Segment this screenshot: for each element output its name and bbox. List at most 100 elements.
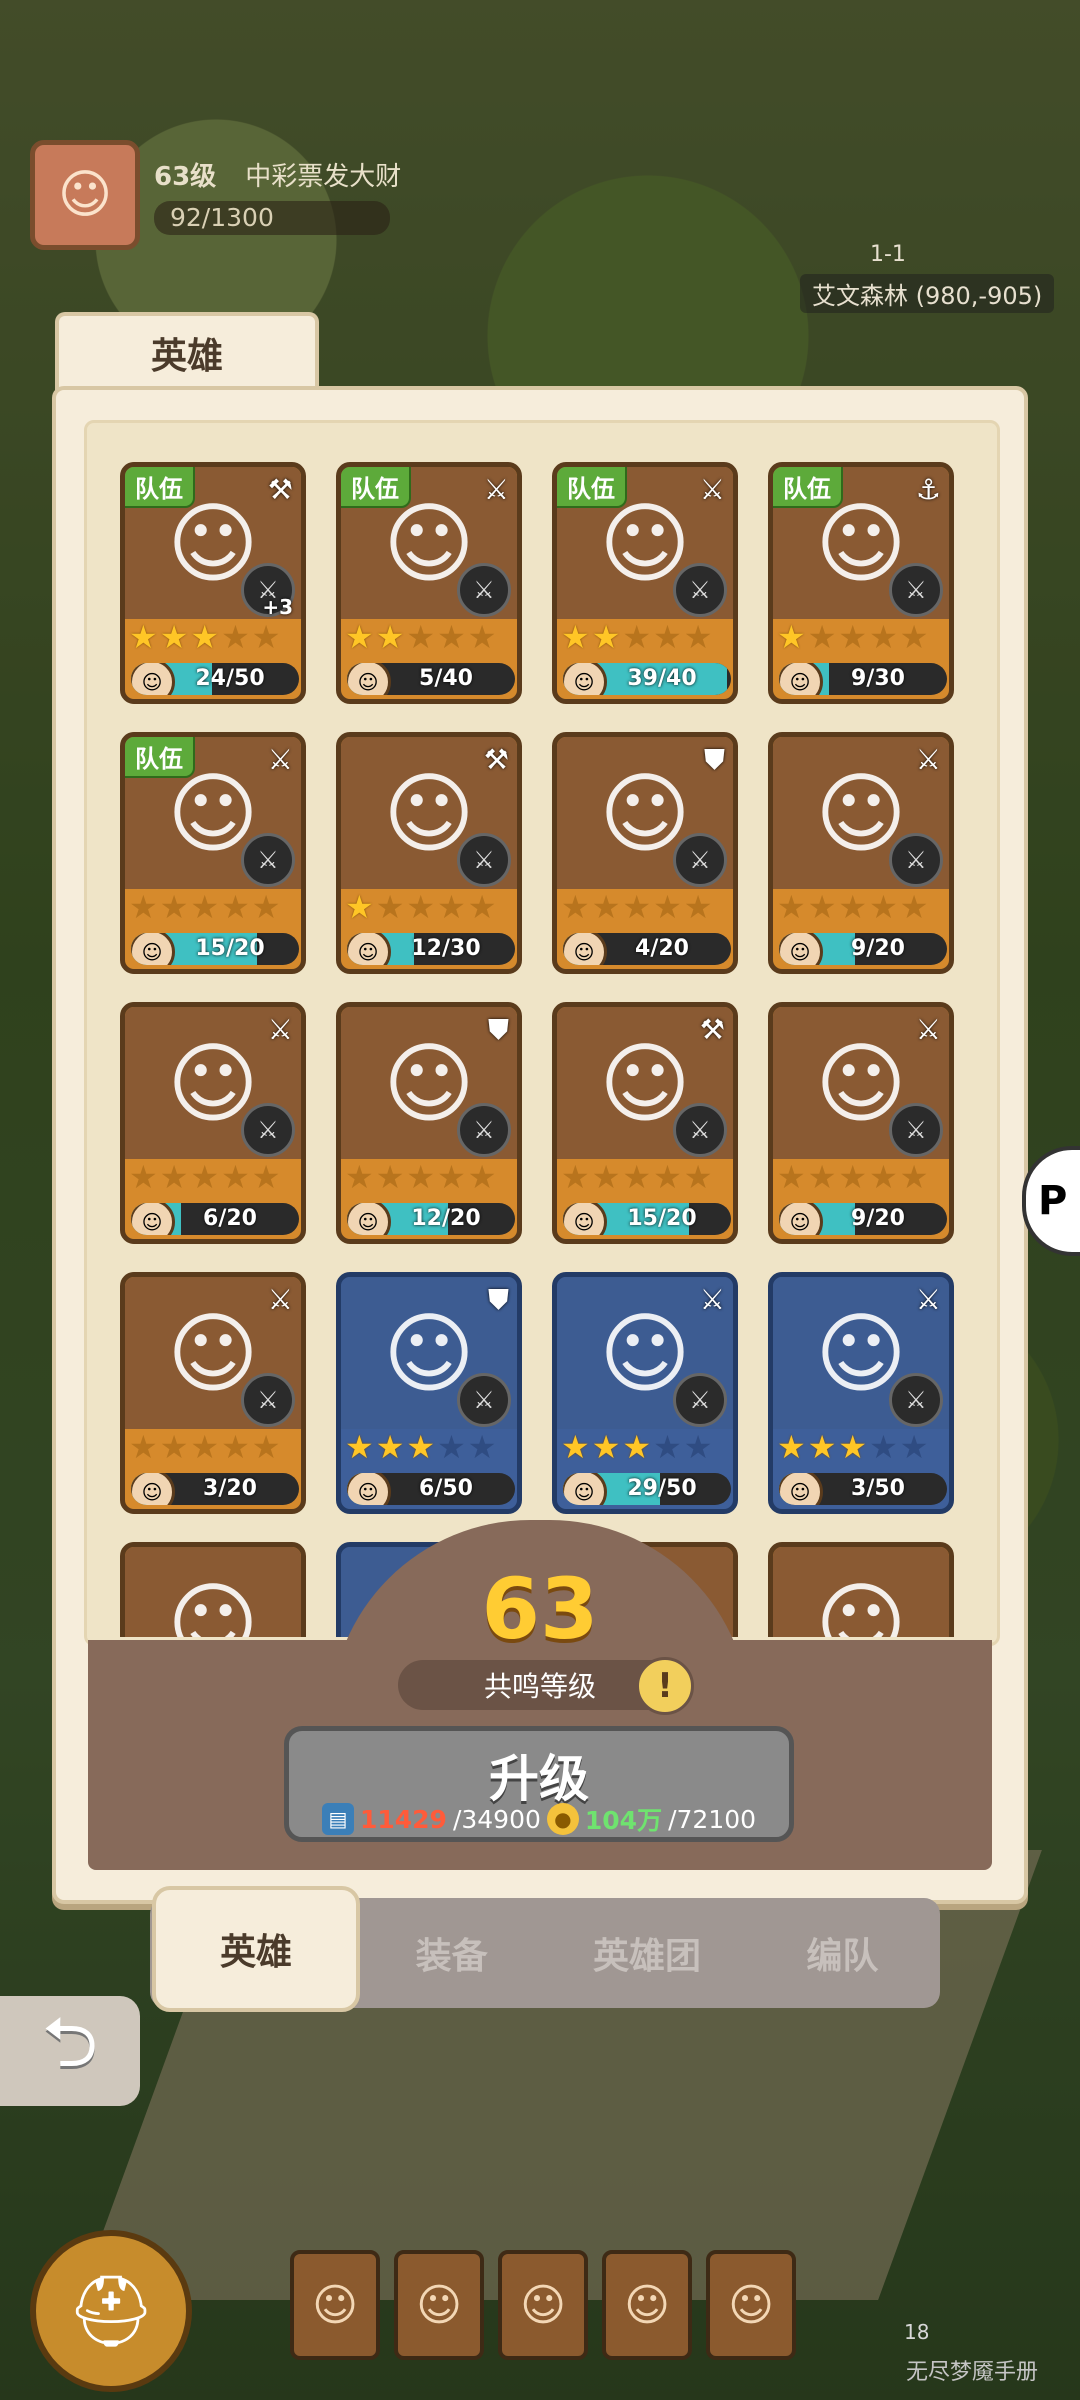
star-icon: ★ (251, 1158, 281, 1196)
shard-hero-icon: ☺ (563, 933, 607, 965)
hero-portrait: ☺ (125, 1547, 301, 1637)
star-icon: ★ (406, 1428, 436, 1466)
class-icon: ⛊ (487, 1013, 509, 1046)
map-location: 艾文森林 (980,-905) (800, 274, 1055, 313)
books-need: /34900 (452, 1804, 541, 1834)
hero-card[interactable]: ☺ ⚔ ⚔ ★ ★ ★ ★ ★ 9/20 ☺ (768, 1002, 954, 1244)
team-badge: 队伍 (125, 737, 195, 778)
equipment-slot-icon: ⚔ (889, 833, 943, 887)
star-icon: ★ (838, 618, 868, 656)
star-rating: ★ ★ ★ ★ ★ (345, 621, 496, 653)
star-icon: ★ (591, 1428, 621, 1466)
star-icon: ★ (345, 1428, 374, 1466)
dock-hero-slot[interactable]: ☺ (394, 2250, 484, 2360)
star-icon: ★ (591, 1158, 621, 1196)
panel-title: 英雄 (55, 312, 319, 390)
hero-grid[interactable]: ☺ 队伍 ⚒ ⚔ +3 ★ ★ ★ ★ ★ 24/50 ☺ ☺ 队伍 ⚔ ⚔ ★ ★ ★ ★ ★ 5/40 ☺ ☺ 队伍 ⚔ ⚔ ★ ★… (120, 462, 960, 1637)
map-stage-label: 1-1 (870, 242, 906, 267)
star-icon: ★ (777, 618, 806, 656)
hero-card[interactable]: ☺ ⛊ ⚔ ★ ★ ★ ★ ★ 6/50 ☺ (336, 1272, 522, 1514)
star-icon: ★ (221, 1158, 250, 1196)
info-icon[interactable]: ! (636, 1657, 694, 1715)
star-icon: ★ (653, 888, 682, 926)
star-icon: ★ (467, 618, 497, 656)
star-icon: ★ (777, 888, 806, 926)
bonus-badge: +3 (262, 595, 293, 619)
hero-card[interactable]: ☺ ⚔ ⚔ ★ ★ ★ ★ ★ 29/50 ☺ (552, 1272, 738, 1514)
tab-hero-group[interactable]: 英雄团 (549, 1927, 744, 1979)
dock-hero-slot[interactable]: ☺ (290, 2250, 380, 2360)
class-icon: ⚒ (699, 1013, 725, 1046)
back-arrow-icon[interactable]: ⮌ (0, 1996, 140, 2106)
star-icon: ★ (869, 1158, 898, 1196)
shard-progress: 29/50 ☺ (563, 1473, 731, 1505)
books-have: 11429 (359, 1804, 447, 1834)
shard-progress: 12/30 ☺ (347, 933, 515, 965)
shard-hero-icon: ☺ (131, 1203, 175, 1235)
star-icon: ★ (375, 1428, 405, 1466)
equipment-slot-icon: ⚔ (889, 1373, 943, 1427)
hero-card[interactable]: ☺ ⚔ ⚔ ★ ★ ★ ★ ★ 3/20 ☺ (120, 1272, 306, 1514)
equipment-slot-icon: ⚔ (889, 563, 943, 617)
star-icon: ★ (561, 1428, 590, 1466)
star-icon: ★ (251, 888, 281, 926)
hero-card[interactable]: ☺ 队伍 ⚔ ⚔ ★ ★ ★ ★ ★ 5/40 ☺ (336, 462, 522, 704)
shard-progress: 4/20 ☺ (563, 933, 731, 965)
team-badge: 队伍 (773, 467, 843, 508)
star-icon: ★ (899, 618, 929, 656)
helmet-icon[interactable]: ⛑ (30, 2230, 192, 2392)
star-rating: ★ ★ ★ ★ ★ (345, 1431, 496, 1463)
star-icon: ★ (221, 618, 250, 656)
shard-hero-icon: ☺ (779, 1473, 823, 1505)
dock-hero-slot[interactable]: ☺ (498, 2250, 588, 2360)
hero-card[interactable]: ☺ ⛊ ⚔ ★ ★ ★ ★ ★ 4/20 ☺ (552, 732, 738, 974)
star-icon: ★ (869, 888, 898, 926)
star-icon: ★ (622, 618, 652, 656)
star-icon: ★ (406, 888, 436, 926)
shard-hero-icon: ☺ (779, 1203, 823, 1235)
star-rating: ★ ★ ★ ★ ★ (345, 891, 496, 923)
hero-card[interactable]: ☺ 队伍 ⚒ ⚔ +3 ★ ★ ★ ★ ★ 24/50 ☺ (120, 462, 306, 704)
hero-card[interactable]: ☺ ⚒ ⚔ ★ ★ ★ ★ ★ 12/30 ☺ (336, 732, 522, 974)
player-profile[interactable]: ☺ 63级 中彩票发大财 92/1300 (30, 140, 401, 250)
star-rating: ★ ★ ★ ★ ★ (345, 1161, 496, 1193)
hero-card[interactable]: ☺ ⚔ ⚔ ★ ★ ★ ★ ★ 3/50 ☺ (768, 1272, 954, 1514)
shard-hero-icon: ☺ (563, 663, 607, 695)
star-rating: ★ ★ ★ ★ ★ (129, 1431, 280, 1463)
hero-card[interactable]: ☺ ⚔ ⚔ ★ ★ ★ ★ ★ 6/20 ☺ (120, 1002, 306, 1244)
shard-progress: 3/20 ☺ (131, 1473, 299, 1505)
hero-card[interactable]: ☺ (768, 1542, 954, 1637)
star-icon: ★ (406, 1158, 436, 1196)
tab-equipment[interactable]: 装备 (354, 1927, 549, 1979)
hero-card[interactable]: ☺ (120, 1542, 306, 1637)
class-icon: ⚔ (699, 473, 725, 506)
shard-progress: 6/20 ☺ (131, 1203, 299, 1235)
shard-hero-icon: ☺ (347, 933, 391, 965)
star-icon: ★ (777, 1428, 806, 1466)
tab-heroes[interactable]: 英雄 (152, 1886, 360, 2012)
tab-formation[interactable]: 编队 (745, 1927, 940, 1979)
player-avatar[interactable]: ☺ (30, 140, 140, 250)
dock-hero-slot[interactable]: ☺ (706, 2250, 796, 2360)
shard-progress: 15/20 ☺ (563, 1203, 731, 1235)
dock-hero-slot[interactable]: ☺ (602, 2250, 692, 2360)
hero-card[interactable]: ☺ 队伍 ⚓ ⚔ ★ ★ ★ ★ ★ 9/30 ☺ (768, 462, 954, 704)
star-icon: ★ (375, 618, 405, 656)
hero-card[interactable]: ☺ 队伍 ⚔ ⚔ ★ ★ ★ ★ ★ 39/40 ☺ (552, 462, 738, 704)
hero-card[interactable]: ☺ ⛊ ⚔ ★ ★ ★ ★ ★ 12/20 ☺ (336, 1002, 522, 1244)
exp-text: 92/1300 (170, 203, 274, 232)
bottom-count: 18 (904, 2320, 930, 2344)
star-icon: ★ (129, 888, 158, 926)
hero-card[interactable]: ☺ ⚒ ⚔ ★ ★ ★ ★ ★ 15/20 ☺ (552, 1002, 738, 1244)
shard-progress: 39/40 ☺ (563, 663, 731, 695)
gold-need: /72100 (668, 1804, 757, 1834)
star-icon: ★ (807, 1428, 837, 1466)
upgrade-button[interactable]: 升级 ▤ 11429/34900 ● 104万/72100 (284, 1726, 794, 1842)
bottom-tabs: 英雄 装备 英雄团 编队 (150, 1886, 940, 2012)
equipment-slot-icon: ⚔ (241, 1103, 295, 1157)
bottom-caption: 无尽梦魇手册 (906, 2360, 1039, 2385)
hero-card[interactable]: ☺ 队伍 ⚔ ⚔ ★ ★ ★ ★ ★ 15/20 ☺ (120, 732, 306, 974)
star-icon: ★ (838, 1158, 868, 1196)
star-icon: ★ (683, 888, 713, 926)
hero-card[interactable]: ☺ ⚔ ⚔ ★ ★ ★ ★ ★ 9/20 ☺ (768, 732, 954, 974)
